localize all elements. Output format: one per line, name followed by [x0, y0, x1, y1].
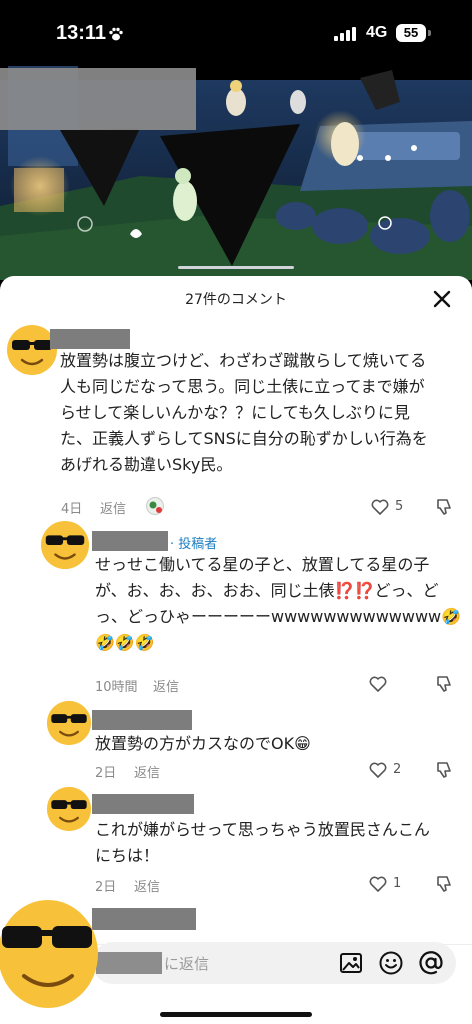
comment-line: これが嫌がらせって思っちゃう放置民さんこん	[95, 820, 430, 839]
comment-line: あげれる勘違いSky民。	[60, 455, 233, 474]
comment-line: た、正義人ずらしてSNSに自分の恥ずかしい行為を	[60, 429, 428, 448]
comment-line: 放置勢の方がカスなのでOK😁	[95, 734, 311, 753]
author-tag: · 投稿者	[170, 537, 218, 552]
avatar[interactable]	[46, 786, 92, 832]
comment-count-title: 27件のコメント	[185, 292, 287, 308]
home-indicator	[160, 1012, 312, 1017]
comment-line: らせして楽しいんかな？？にしても久しぶりに見	[60, 403, 410, 422]
reply-input-placeholder: に返信	[164, 955, 210, 973]
creator-liked-avatar	[146, 497, 164, 515]
comment-timestamp: 4日	[61, 502, 83, 517]
comment-timestamp: 2日	[95, 766, 117, 781]
status-time: 13:11	[56, 22, 107, 44]
username-redacted	[92, 710, 192, 730]
like-count: 5	[395, 499, 404, 514]
image-icon[interactable]	[338, 950, 364, 976]
username-redacted	[92, 531, 168, 551]
comment-timestamp: 2日	[95, 880, 117, 895]
status-bar: 13:11 4G 55	[0, 0, 472, 66]
heart-icon[interactable]	[368, 760, 388, 780]
username-redacted	[50, 329, 130, 349]
reply-target-redacted	[96, 952, 162, 974]
avatar[interactable]	[40, 520, 90, 570]
redaction-box	[0, 68, 196, 130]
comment-text: 放置勢の方がカスなのでOK😁	[95, 731, 465, 757]
avatar[interactable]	[46, 700, 92, 746]
dislike-icon[interactable]	[434, 874, 454, 894]
like-count: 2	[393, 762, 402, 777]
video-progress-bar[interactable]	[178, 266, 294, 269]
reply-button[interactable]: 返信	[153, 676, 179, 695]
sunglasses-emoji-sticker	[0, 900, 98, 1008]
cellular-signal-icon	[334, 27, 356, 41]
dislike-icon[interactable]	[434, 760, 454, 780]
like-count: 1	[393, 876, 402, 891]
heart-icon[interactable]	[370, 497, 390, 517]
comment-text: 放置勢は腹立つけど、わざわざ蹴散らして焼いてる 人も同じだなって思う。同じ土俵に…	[60, 348, 460, 478]
comment-line: っ、どっひゃーーーーーwwwwwwwwwwwww🤣	[95, 607, 462, 626]
username-redacted	[92, 794, 194, 814]
emoji-icon[interactable]	[378, 950, 404, 976]
reply-button[interactable]: 返信	[134, 876, 160, 895]
at-icon[interactable]	[418, 950, 444, 976]
comment-text: これが嫌がらせって思っちゃう放置民さんこん にちは！	[95, 817, 465, 869]
comment-line: 人も同じだなって思う。同じ土俵に立ってまで嫌が	[60, 377, 425, 396]
heart-icon[interactable]	[368, 674, 388, 694]
comment-line: 放置勢は腹立つけど、わざわざ蹴散らして焼いてる	[60, 351, 427, 370]
comment-line: が、お、お、お、おお、同じ土俵⁉️⁉️どっ、ど	[95, 581, 439, 600]
network-label: 4G	[366, 24, 388, 41]
paw-icon	[109, 27, 123, 41]
comment-text: せっせこ働いてる星の子と、放置してる星の子 が、お、お、お、おお、同じ土俵⁉️⁉…	[95, 552, 465, 656]
battery-icon: 55	[396, 24, 426, 42]
close-icon[interactable]	[432, 289, 452, 309]
reply-button[interactable]: 返信	[100, 498, 126, 517]
dislike-icon[interactable]	[434, 674, 454, 694]
dislike-icon[interactable]	[434, 497, 454, 517]
reply-button[interactable]: 返信	[134, 762, 160, 781]
comment-line: 🤣🤣🤣	[95, 633, 155, 652]
comment-line: にちは！	[95, 846, 160, 865]
battery-tip	[428, 30, 431, 36]
heart-icon[interactable]	[368, 874, 388, 894]
comment-timestamp: 10時間	[95, 680, 138, 695]
username-redacted	[92, 908, 196, 930]
comment-line: せっせこ働いてる星の子と、放置してる星の子	[95, 555, 430, 574]
